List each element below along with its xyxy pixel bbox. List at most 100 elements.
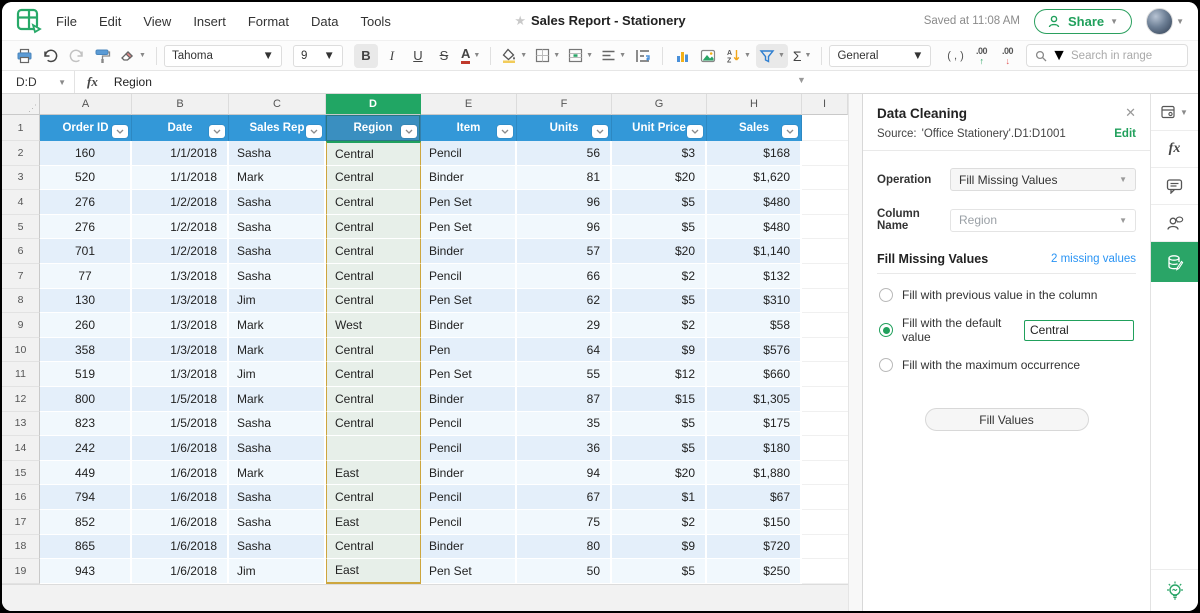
row-header[interactable]: 15 xyxy=(2,461,40,486)
cell[interactable]: 276 xyxy=(40,190,132,215)
align-button[interactable]: ▼ xyxy=(598,44,629,68)
cell[interactable]: $9 xyxy=(612,338,707,363)
font-color-button[interactable]: A▼ xyxy=(458,44,483,68)
cell[interactable]: Binder xyxy=(421,166,517,191)
number-format-select[interactable]: General▼ xyxy=(829,45,931,67)
cell[interactable]: Pen Set xyxy=(421,190,517,215)
cell[interactable]: $3 xyxy=(612,141,707,166)
filter-chevron-icon[interactable] xyxy=(209,125,225,138)
merge-cells-button[interactable]: ▼ xyxy=(565,44,596,68)
cell[interactable]: $5 xyxy=(612,215,707,240)
cell[interactable]: 67 xyxy=(517,485,612,510)
option-fill-max-occurrence[interactable]: Fill with the maximum occurrence xyxy=(879,358,1134,372)
cell[interactable]: Sasha xyxy=(229,190,326,215)
filter-chevron-icon[interactable] xyxy=(497,125,513,138)
option-fill-default[interactable]: Fill with the default value xyxy=(879,316,1134,344)
empty-cell[interactable] xyxy=(802,115,848,141)
empty-cell[interactable] xyxy=(802,338,848,363)
increase-decimal-button[interactable]: .00↑ xyxy=(969,44,993,68)
cell[interactable]: $67 xyxy=(707,485,802,510)
row-header[interactable]: 7 xyxy=(2,264,40,289)
cell[interactable]: $150 xyxy=(707,510,802,535)
cell[interactable]: $5 xyxy=(612,412,707,437)
cell[interactable]: $1 xyxy=(612,485,707,510)
cell[interactable]: 96 xyxy=(517,215,612,240)
cell[interactable]: $480 xyxy=(707,215,802,240)
menu-tools[interactable]: Tools xyxy=(360,14,390,29)
cell[interactable]: $2 xyxy=(612,510,707,535)
empty-cell[interactable] xyxy=(802,264,848,289)
cell[interactable]: Central xyxy=(326,485,421,510)
cell[interactable]: Central xyxy=(326,239,421,264)
cell[interactable]: 56 xyxy=(517,141,612,166)
cell[interactable]: Binder xyxy=(421,535,517,560)
filter-button[interactable]: ▼ xyxy=(756,44,788,68)
row-header[interactable]: 11 xyxy=(2,362,40,387)
cell[interactable]: $660 xyxy=(707,362,802,387)
cell[interactable]: $20 xyxy=(612,239,707,264)
cell[interactable]: 94 xyxy=(517,461,612,486)
cell[interactable]: 130 xyxy=(40,289,132,314)
cell[interactable]: 96 xyxy=(517,190,612,215)
row-header[interactable]: 16 xyxy=(2,485,40,510)
cell[interactable]: $480 xyxy=(707,190,802,215)
cell[interactable]: 358 xyxy=(40,338,132,363)
insert-chart-button[interactable] xyxy=(670,44,694,68)
row-header[interactable]: 19 xyxy=(2,559,40,584)
cell[interactable]: $2 xyxy=(612,264,707,289)
cell[interactable]: 50 xyxy=(517,559,612,584)
cell[interactable]: 1/2/2018 xyxy=(132,190,229,215)
vertical-scrollbar[interactable] xyxy=(848,94,862,611)
underline-button[interactable]: U xyxy=(406,44,430,68)
cell[interactable]: Binder xyxy=(421,313,517,338)
column-header-a[interactable]: A xyxy=(40,94,132,115)
select-all-corner[interactable] xyxy=(2,94,40,115)
cell[interactable]: Central xyxy=(326,264,421,289)
empty-cell[interactable] xyxy=(802,239,848,264)
cell[interactable]: Pencil xyxy=(421,412,517,437)
header-cell[interactable]: Unit Price xyxy=(612,115,707,141)
cell[interactable]: $9 xyxy=(612,535,707,560)
row-header[interactable]: 17 xyxy=(2,510,40,535)
cell[interactable]: 1/3/2018 xyxy=(132,362,229,387)
sum-button[interactable]: Σ▼ xyxy=(790,44,815,68)
empty-cell[interactable] xyxy=(802,559,848,584)
empty-cell[interactable] xyxy=(802,166,848,191)
empty-cell[interactable] xyxy=(802,215,848,240)
filter-chevron-icon[interactable] xyxy=(112,125,128,138)
cell[interactable]: 64 xyxy=(517,338,612,363)
cell[interactable]: 943 xyxy=(40,559,132,584)
cell[interactable]: 449 xyxy=(40,461,132,486)
operation-select[interactable]: Fill Missing Values▼ xyxy=(950,168,1136,191)
cell[interactable]: Mark xyxy=(229,338,326,363)
italic-button[interactable]: I xyxy=(380,44,404,68)
cell[interactable]: 800 xyxy=(40,387,132,412)
sidebar-pivot-view-button[interactable]: ▼ xyxy=(1151,94,1198,131)
cell[interactable]: $15 xyxy=(612,387,707,412)
cell[interactable]: 1/6/2018 xyxy=(132,510,229,535)
cell[interactable]: Sasha xyxy=(229,141,326,166)
cell[interactable]: 1/3/2018 xyxy=(132,289,229,314)
header-cell[interactable]: Sales xyxy=(707,115,802,141)
menu-file[interactable]: File xyxy=(56,14,77,29)
cell[interactable]: $180 xyxy=(707,436,802,461)
empty-cell[interactable] xyxy=(802,141,848,166)
filter-chevron-icon[interactable] xyxy=(401,125,417,138)
decrease-decimal-button[interactable]: .00↓ xyxy=(995,44,1019,68)
cell[interactable]: 80 xyxy=(517,535,612,560)
cell[interactable]: $5 xyxy=(612,190,707,215)
cell[interactable]: Binder xyxy=(421,461,517,486)
cell[interactable]: 1/3/2018 xyxy=(132,338,229,363)
row-header[interactable]: 1 xyxy=(2,115,40,141)
cell[interactable]: 1/2/2018 xyxy=(132,215,229,240)
cell[interactable]: $175 xyxy=(707,412,802,437)
cell[interactable]: Central xyxy=(326,535,421,560)
empty-cell[interactable] xyxy=(802,387,848,412)
header-cell[interactable]: Sales Rep xyxy=(229,115,326,141)
cell[interactable]: 75 xyxy=(517,510,612,535)
insert-image-button[interactable] xyxy=(696,44,720,68)
cell[interactable]: Binder xyxy=(421,239,517,264)
row-header[interactable]: 13 xyxy=(2,412,40,437)
cell[interactable]: 242 xyxy=(40,436,132,461)
cell[interactable]: $58 xyxy=(707,313,802,338)
